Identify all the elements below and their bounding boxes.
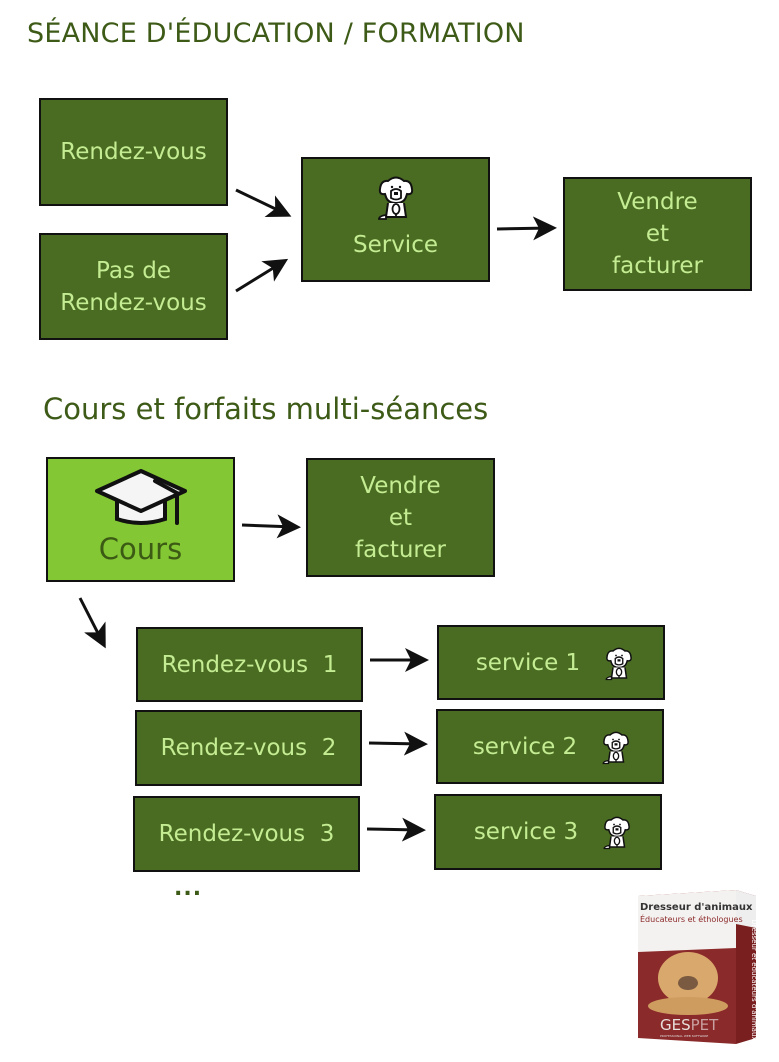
product-tagline: PROFESSIONAL WEB SOFTWARE bbox=[660, 1034, 709, 1038]
product-side-text: Dresseur et éducateurs d'animaux bbox=[750, 919, 758, 1041]
product-brand: GESPET bbox=[660, 1016, 718, 1034]
product-title: Dresseur d'animaux bbox=[640, 902, 753, 913]
product-brand-ges: GES bbox=[660, 1016, 691, 1034]
arrow-rdv-to-service bbox=[235, 188, 292, 218]
arrow-no-rdv-to-service bbox=[235, 258, 289, 293]
arrow-course-to-appointments bbox=[78, 597, 106, 649]
arrow-appointment-3-to-service-3 bbox=[366, 817, 426, 842]
arrow-service-to-sell bbox=[496, 216, 557, 241]
arrow-course-to-sell bbox=[241, 514, 301, 539]
product-brand-pet: PET bbox=[690, 1016, 719, 1034]
arrow-appointment-2-to-service-2 bbox=[368, 731, 428, 756]
product-subtitle: Éducateurs et éthologues bbox=[640, 915, 743, 924]
product-box-image: Dresseur d'animaux Éducateurs et étholog… bbox=[636, 888, 758, 1048]
